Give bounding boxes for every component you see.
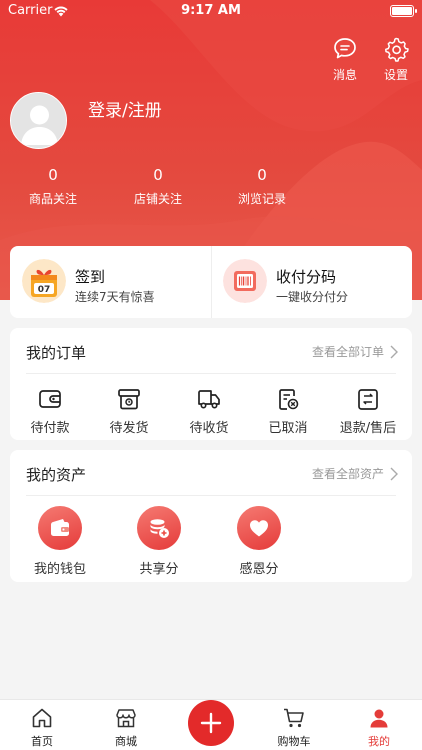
order-item-label: 退款/售后 — [339, 421, 397, 436]
checkin-title: 签到 — [75, 268, 106, 286]
tab-mine[interactable]: 我的 — [349, 706, 409, 749]
message-icon — [334, 38, 356, 59]
asset-icon-circle — [137, 506, 181, 550]
tab-label: 商城 — [115, 735, 137, 748]
messages-button[interactable]: 消息 — [325, 36, 365, 83]
assets-title: 我的资产 — [26, 466, 87, 484]
view-all-orders-link[interactable]: 查看全部订单 — [312, 343, 398, 360]
default-avatar-icon — [11, 93, 66, 148]
view-all-orders-label: 查看全部订单 — [311, 345, 384, 359]
chevron-right-icon — [390, 467, 398, 480]
orders-title: 我的订单 — [26, 344, 87, 362]
payment-code-title: 收付分码 — [276, 268, 337, 286]
gift-calendar-icon: 07 — [22, 259, 66, 303]
payment-code-button[interactable]: 收付分码 一键收分付分 — [211, 246, 412, 318]
checkin-button[interactable]: 07 签到 连续7天有惊喜 — [10, 246, 211, 318]
gear-icon — [385, 37, 409, 62]
tab-mall[interactable]: 商城 — [96, 706, 156, 749]
plus-icon — [200, 712, 222, 734]
assets-divider — [26, 495, 396, 496]
tab-label: 我的 — [368, 735, 390, 748]
settings-button[interactable]: 设置 — [376, 36, 416, 83]
order-cancelled[interactable]: 已取消 — [248, 386, 328, 436]
stat-value: 0 — [257, 166, 267, 184]
checkin-subtitle: 连续7天有惊喜 — [75, 290, 155, 304]
stat-shop-follows[interactable]: 0 店铺关注 — [108, 166, 208, 207]
battery-icon — [390, 5, 417, 17]
cart-icon — [284, 708, 304, 728]
barcode-card-icon — [223, 259, 267, 303]
order-item-label: 待发货 — [109, 421, 149, 436]
avatar[interactable] — [10, 92, 67, 149]
asset-icon-circle — [38, 506, 82, 550]
status-time: 9:17 AM — [181, 3, 241, 18]
stat-browse-history[interactable]: 0 浏览记录 — [212, 166, 312, 207]
view-all-assets-link[interactable]: 查看全部资产 — [312, 465, 398, 482]
checkin-badge-text: 07 — [38, 285, 51, 295]
asset-gratitude-points[interactable]: 感恩分 — [219, 506, 299, 577]
view-all-assets-label: 查看全部资产 — [311, 467, 384, 481]
asset-my-wallet[interactable]: 我的钱包 — [20, 506, 100, 577]
wallet-icon — [51, 519, 69, 536]
stat-label: 商品关注 — [28, 192, 77, 206]
status-bar: Carrier 9:17 AM — [0, 0, 422, 24]
tab-home[interactable]: 首页 — [12, 706, 72, 749]
wallet-icon — [39, 390, 61, 408]
refund-icon — [358, 389, 378, 410]
asset-label: 我的钱包 — [33, 562, 86, 577]
assets-card: 我的资产 查看全部资产 我的钱包 共享分 感恩分 — [10, 450, 412, 582]
asset-icon-circle — [237, 506, 281, 550]
coins-icon — [150, 519, 169, 538]
stat-label: 店铺关注 — [133, 192, 182, 206]
publish-plus-button[interactable] — [188, 700, 234, 746]
tab-label: 首页 — [31, 735, 53, 748]
quick-actions-card: 07 签到 连续7天有惊喜 收付分码 一键收分付分 — [10, 246, 412, 318]
order-pending-payment[interactable]: 待付款 — [10, 386, 90, 436]
stat-product-follows[interactable]: 0 商品关注 — [3, 166, 103, 207]
asset-share-points[interactable]: 共享分 — [119, 506, 199, 577]
order-pending-shipment[interactable]: 待发货 — [89, 386, 169, 436]
truck-icon — [198, 390, 220, 409]
home-icon — [32, 708, 52, 728]
orders-card: 我的订单 查看全部订单 待付款 待发货 待收货 已取消 退款/售后 — [10, 328, 412, 440]
login-register-link[interactable]: 登录/注册 — [88, 96, 162, 121]
stat-label: 浏览记录 — [237, 192, 286, 206]
stat-value: 0 — [48, 166, 58, 184]
settings-label: 设置 — [383, 68, 408, 82]
shop-icon — [116, 709, 136, 728]
orders-divider — [26, 373, 396, 374]
asset-label: 感恩分 — [239, 562, 279, 577]
order-item-label: 待付款 — [30, 421, 70, 436]
tab-cart[interactable]: 购物车 — [264, 706, 324, 749]
stat-value: 0 — [153, 166, 163, 184]
order-item-label: 待收货 — [189, 421, 229, 436]
payment-code-subtitle: 一键收分付分 — [276, 290, 349, 304]
tab-label: 购物车 — [277, 735, 311, 748]
cancel-icon — [279, 389, 299, 410]
user-icon — [370, 709, 388, 728]
chevron-right-icon — [390, 345, 398, 358]
box-icon — [118, 389, 140, 410]
asset-label: 共享分 — [139, 562, 179, 577]
order-item-label: 已取消 — [268, 421, 308, 436]
heart-icon — [250, 520, 268, 537]
messages-label: 消息 — [332, 68, 357, 82]
order-pending-receipt[interactable]: 待收货 — [169, 386, 249, 436]
order-refund-aftersale[interactable]: 退款/售后 — [328, 386, 408, 436]
